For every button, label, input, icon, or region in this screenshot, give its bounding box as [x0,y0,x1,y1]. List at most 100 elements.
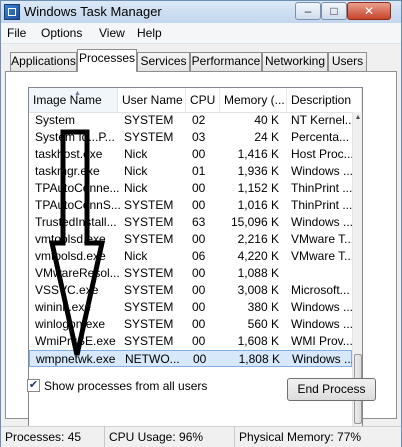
memory-cell: 2,216 K [237,232,279,246]
process-row[interactable]: taskmgr.exe Nick 01 1,936 K Windows ... [29,163,353,180]
minimize-button[interactable]: – [295,2,321,20]
memory-cell: 15,096 K [230,215,279,229]
memory-cell: 560 K [247,317,279,331]
description-cell: Windows ... [291,215,353,229]
processes-panel: ▲ Image Name User Name CPU Memory (... D… [5,71,397,441]
process-row[interactable]: TPAutoConnS... SYSTEM 00 1,016 K ThinPrint .… [29,197,352,214]
image-name-cell: VMwareResol... [35,266,120,280]
tab-processes[interactable]: Processes [77,49,137,72]
cpu-cell: 06 [192,249,206,263]
menu-view[interactable]: View [99,26,125,40]
cpu-cell: 00 [192,198,206,212]
tab-users[interactable]: Users [328,52,367,71]
description-cell: Windows ... [291,317,353,331]
maximize-button[interactable]: □ [321,2,347,20]
memory-cell: 380 K [247,300,279,314]
menu-help[interactable]: Help [137,26,162,40]
image-name-cell: wininit.exe [35,300,92,314]
cpu-cell: 03 [192,130,206,144]
tab-applications[interactable]: Applications [10,52,77,71]
image-name-cell: TPAutoConnS... [35,198,121,212]
description-cell: VMware T... [291,232,353,246]
memory-cell: 1,808 K [238,352,280,366]
process-row[interactable]: vmtoolsd.exe Nick 06 4,220 K VMware T... [29,248,353,265]
status-cpu-usage: CPU Usage: 96% [105,427,235,447]
image-name-cell: System Id...P... [35,130,115,144]
process-row[interactable]: taskhost.exe Nick 00 1,416 K Host Proc... [29,146,353,163]
status-physical-memory: Physical Memory: 77% [239,430,362,444]
column-header-cpu[interactable]: CPU [186,88,220,112]
end-process-button[interactable]: End Process [287,378,376,401]
cpu-cell: 00 [192,147,206,161]
scroll-up-arrow-icon[interactable]: ▲ [353,112,362,124]
user-name-cell: SYSTEM [124,232,174,246]
user-name-cell: SYSTEM [124,215,174,229]
process-row[interactable]: System SYSTEM 02 40 K NT Kernel... [29,112,353,129]
description-cell: WMI Prov... [291,334,353,348]
user-name-cell: Nick [124,249,148,263]
process-row[interactable]: TrustedInstall... SYSTEM 63 15,096 K Windows… [29,214,353,231]
status-bar: Processes: 45 CPU Usage: 96% Physical Me… [1,426,401,447]
column-header-user-name[interactable]: User Name [118,88,186,112]
task-manager-window: Windows Task Manager – □ ✕ File Options … [0,0,402,447]
title-bar[interactable]: Windows Task Manager – □ ✕ [1,1,401,23]
process-row[interactable]: TPAutoConne... Nick 00 1,152 K ThinPrint ... [29,180,352,197]
image-name-cell: TPAutoConne... [35,181,120,195]
column-header-memory[interactable]: Memory (... [220,88,287,112]
cpu-cell: 00 [192,283,206,297]
image-name-cell: winlogon.exe [35,317,106,331]
menu-options[interactable]: Options [41,26,82,40]
memory-cell: 4,220 K [237,249,279,263]
user-name-cell: SYSTEM [124,198,174,212]
description-cell: Microsoft... [291,283,350,297]
user-name-cell: SYSTEM [124,283,174,297]
column-header-description[interactable]: Description [287,88,362,112]
process-row[interactable]: VMwareResol... SYSTEM 00 1,088 K [29,265,352,282]
cpu-cell: 02 [192,113,206,127]
memory-cell: 40 K [254,113,279,127]
column-header-row: ▲ Image Name User Name CPU Memory (... D… [29,88,362,113]
image-name-cell: taskmgr.exe [35,164,100,178]
cpu-cell: 00 [193,352,207,366]
memory-cell: 1,088 K [237,266,279,280]
window-title: Windows Task Manager [24,4,162,19]
close-button[interactable]: ✕ [347,2,391,20]
cpu-cell: 00 [192,181,206,195]
cpu-cell: 00 [192,334,206,348]
menu-file[interactable]: File [7,26,26,40]
cpu-cell: 01 [192,164,206,178]
image-name-cell: WmiPrvSE.exe [35,334,116,348]
memory-cell: 1,152 K [237,181,279,195]
process-row[interactable]: wininit.exe SYSTEM 00 380 K Windows ... [29,299,353,316]
user-name-cell: NETWO... [125,352,180,366]
image-name-cell: wmpnetwk.exe [36,352,116,366]
cpu-cell: 00 [192,232,206,246]
user-name-cell: Nick [124,164,148,178]
process-row-selected[interactable]: wmpnetwk.exe NETWO... 00 1,808 K Windows ... [29,350,354,367]
process-row[interactable]: System Id...P... SYSTEM 03 24 K Percenta... [29,129,352,146]
tab-strip: Applications Processes Services Performa… [1,49,401,72]
memory-cell: 1,608 K [237,334,279,348]
tab-performance[interactable]: Performance [190,52,262,71]
description-cell: Percenta... [291,130,350,144]
description-cell [291,265,353,282]
image-name-cell: taskhost.exe [35,147,103,161]
user-name-cell: SYSTEM [124,113,174,127]
description-cell: ThinPrint ... [291,198,353,212]
column-header-label: Image Name [33,93,102,107]
tab-networking[interactable]: Networking [262,52,328,71]
column-header-image-name[interactable]: ▲ Image Name [29,88,118,112]
memory-cell: 3,008 K [237,283,279,297]
memory-cell: 1,936 K [237,164,279,178]
process-row[interactable]: vmtoolsd.exe SYSTEM 00 2,216 K VMware T... [29,231,353,248]
tab-services[interactable]: Services [137,52,190,71]
description-cell: ThinPrint ... [291,181,353,195]
user-name-cell: Nick [124,147,148,161]
process-row[interactable]: VSSVC.exe SYSTEM 00 3,008 K Microsoft... [29,282,352,299]
process-row[interactable]: WmiPrvSE.exe SYSTEM 00 1,608 K WMI Prov... [29,333,353,350]
user-name-cell: SYSTEM [124,130,174,144]
process-row[interactable]: winlogon.exe SYSTEM 00 560 K Windows ... [29,316,353,333]
show-all-processes-checkbox[interactable]: ✔ [27,379,40,392]
image-name-cell: TrustedInstall... [35,215,117,229]
user-name-cell: Nick [124,181,148,195]
